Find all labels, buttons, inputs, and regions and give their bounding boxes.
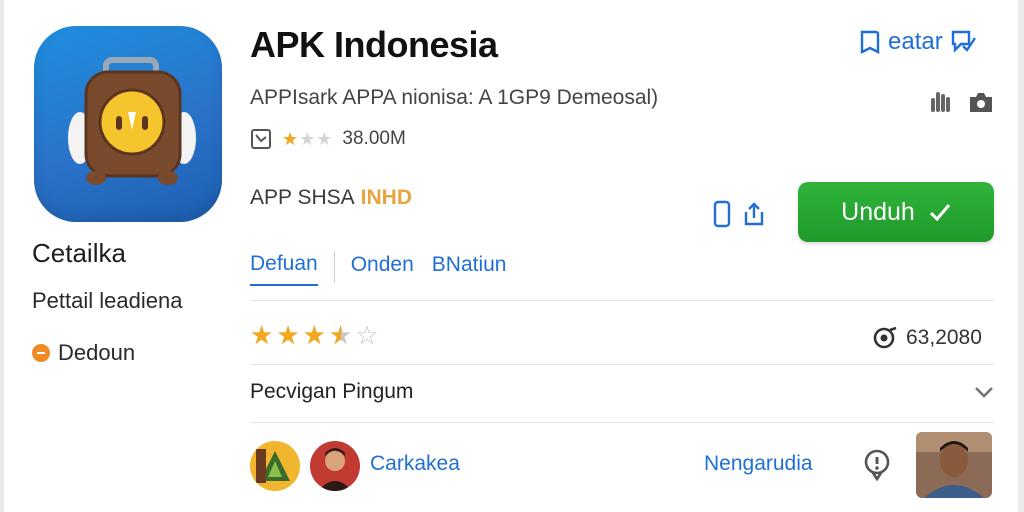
user-photo[interactable] [916, 432, 992, 498]
window-frame-left [0, 0, 4, 512]
top-icon-group [928, 88, 994, 116]
person-avatar-icon [310, 441, 360, 491]
meta-row: ★ ★ ★ ★ 38.00M [250, 128, 406, 150]
phone-icon[interactable] [712, 200, 732, 228]
star-icon: ★★ [250, 320, 274, 350]
app-title: APK Indonesia [250, 24, 498, 65]
star-icon: ★★ [276, 320, 300, 350]
check-icon [929, 204, 950, 222]
action-icon-group [712, 200, 766, 228]
avatar-user[interactable] [310, 441, 360, 491]
expandable-section[interactable]: Pecvigan Pingum [250, 380, 994, 404]
section-divider [250, 300, 994, 301]
header-link-label: eatar [888, 28, 943, 55]
left-panel-status: Dedoun [32, 340, 135, 366]
tab-bar: Defuan Onden BNatiun [250, 248, 507, 286]
star-icon: ★ [299, 129, 316, 149]
review-count: 63,2080 [872, 326, 982, 350]
section-divider [250, 364, 994, 365]
tab-defuan[interactable]: Defuan [250, 248, 318, 286]
camera-icon[interactable] [968, 88, 994, 116]
header-link[interactable]: eatar [858, 28, 977, 56]
avatar-app[interactable] [250, 441, 300, 491]
hand-icon[interactable] [928, 88, 954, 116]
star-icon: ☆ [355, 320, 379, 350]
tab-onden[interactable]: Onden [351, 249, 414, 285]
left-panel-subtitle: Pettail leadiena [32, 288, 183, 313]
review-count-value: 63,2080 [906, 326, 982, 349]
user-row: Carkakea Nengarudia [250, 432, 994, 498]
star-rating: ★★★★★★★★☆ [250, 322, 379, 348]
app-size: 38.00M [342, 128, 406, 149]
developer-row[interactable]: APP SHSA INHD [250, 186, 412, 210]
status-dot-icon [32, 344, 50, 362]
install-button-label: Unduh [841, 197, 915, 226]
bookmark-icon [860, 30, 880, 54]
feedback-icon [951, 30, 976, 53]
tab-bnatiun[interactable]: BNatiun [432, 249, 507, 285]
backpack-icon [68, 57, 196, 185]
user-action-link[interactable]: Nengarudia [704, 452, 813, 476]
left-panel-title: Cetailka [32, 238, 126, 268]
developer-badge: INHD [360, 186, 413, 209]
help-icon[interactable] [862, 448, 892, 482]
status-label: Dedoun [58, 340, 136, 365]
leaf-avatar-icon [250, 441, 300, 491]
section-title: Pecvigan Pingum [250, 380, 414, 403]
star-icon: ★★ [328, 320, 353, 350]
user-name[interactable]: Carkakea [370, 452, 460, 476]
person-photo-icon [916, 432, 992, 498]
window-frame-right [1018, 0, 1024, 512]
star-icon: ★★ [302, 320, 326, 350]
share-icon[interactable] [742, 200, 766, 228]
section-divider [250, 422, 994, 423]
install-button[interactable]: Unduh [798, 182, 994, 242]
chevron-down-icon[interactable] [974, 385, 994, 399]
developer-label: APP SHSA [250, 186, 355, 209]
info-icon [251, 129, 271, 149]
star-icon: ★ [316, 129, 333, 149]
app-icon [34, 26, 222, 222]
star-icon: ★★ [282, 129, 299, 149]
app-subtitle: APPIsark APPA nionisa: A 1GP9 Demeosal) [250, 86, 659, 109]
meta-star-rating: ★ ★ ★ ★ [282, 130, 332, 148]
tab-divider [333, 251, 335, 283]
view-count-icon [873, 326, 897, 349]
